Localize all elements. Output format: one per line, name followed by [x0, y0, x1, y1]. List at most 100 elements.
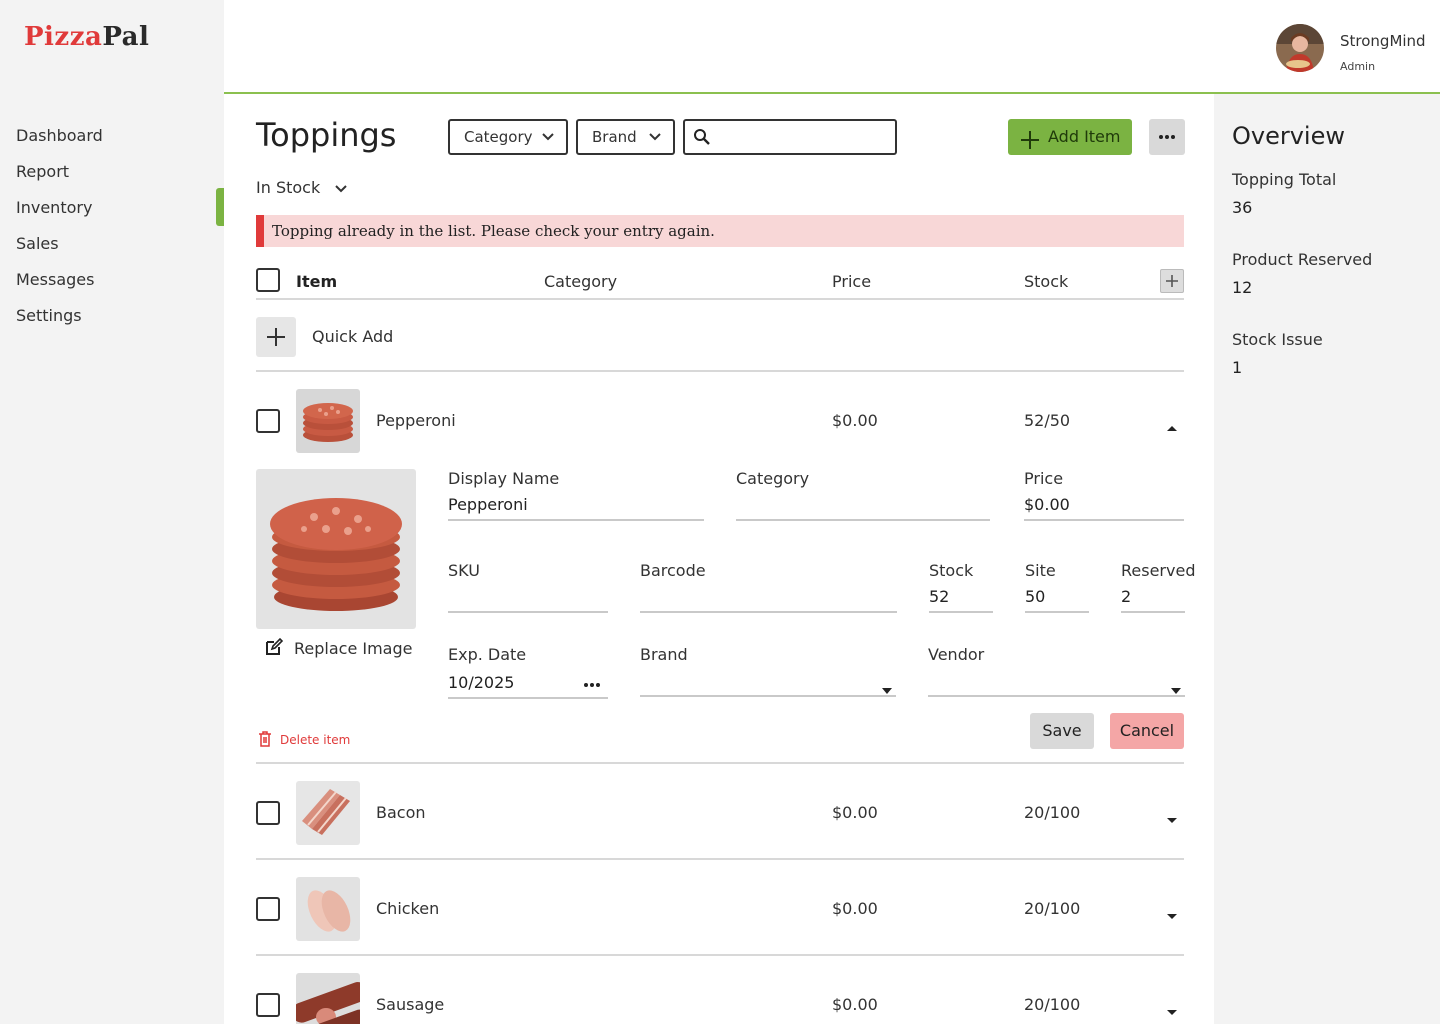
- display-name-value: Pepperoni: [448, 495, 528, 514]
- user-avatar[interactable]: [1276, 24, 1324, 72]
- chicken-thumbnail: [296, 877, 360, 941]
- display-name-field[interactable]: Pepperoni: [448, 495, 704, 521]
- row-item-name[interactable]: Sausage: [376, 995, 444, 1014]
- replace-image-button[interactable]: Replace Image: [264, 637, 412, 658]
- stock-field[interactable]: 52: [929, 587, 993, 613]
- stat-value-product-reserved: 12: [1232, 278, 1253, 297]
- column-header-item[interactable]: Item: [296, 272, 337, 291]
- edit-icon: [266, 637, 284, 655]
- caret-down-icon: [882, 679, 892, 698]
- row-price: $0.00: [832, 995, 878, 1014]
- logo-text-part1: Pizza: [24, 22, 103, 52]
- chevron-down-icon: [542, 121, 554, 164]
- stat-label-product-reserved: Product Reserved: [1232, 250, 1373, 269]
- category-field[interactable]: [736, 495, 990, 521]
- ellipsis-icon[interactable]: [596, 683, 600, 687]
- price-label: Price: [1024, 469, 1064, 488]
- sku-field[interactable]: [448, 587, 608, 613]
- column-header-price[interactable]: Price: [832, 272, 871, 291]
- reserved-label: Reserved: [1121, 561, 1196, 580]
- brand-filter-dropdown[interactable]: Brand: [576, 119, 675, 155]
- stock-filter-dropdown[interactable]: In Stock: [256, 178, 348, 198]
- row-checkbox[interactable]: [256, 801, 280, 825]
- divider: [256, 298, 1184, 300]
- add-item-button[interactable]: Add Item: [1008, 119, 1132, 155]
- app-logo[interactable]: PizzaPal: [24, 22, 149, 52]
- sidebar-item-settings[interactable]: Settings: [0, 298, 224, 334]
- collapse-row-caret-up-icon[interactable]: [1166, 417, 1178, 431]
- row-stock: 20/100: [1024, 803, 1081, 822]
- select-all-checkbox[interactable]: [256, 268, 280, 292]
- divider: [256, 858, 1184, 860]
- error-alert: Topping already in the list. Please chec…: [256, 215, 1184, 247]
- reserved-field[interactable]: 2: [1121, 587, 1185, 613]
- stock-filter-label: In Stock: [256, 178, 321, 197]
- pepperoni-large-image: [256, 469, 416, 629]
- reserved-value: 2: [1121, 587, 1132, 606]
- stat-value-stock-issue: 1: [1232, 358, 1243, 377]
- plus-icon: [1020, 127, 1040, 163]
- sidebar-item-report[interactable]: Report: [0, 154, 224, 190]
- trash-icon: [259, 731, 271, 747]
- search-input[interactable]: [683, 119, 897, 155]
- exp-date-value: 10/2025: [448, 673, 515, 692]
- expand-row-caret-down-icon[interactable]: [1166, 810, 1178, 823]
- sidebar-item-sales[interactable]: Sales: [0, 226, 224, 262]
- row-checkbox[interactable]: [256, 993, 280, 1017]
- brand-select[interactable]: [640, 671, 896, 697]
- category-filter-dropdown[interactable]: Category: [448, 119, 568, 155]
- row-item-name[interactable]: Chicken: [376, 899, 439, 918]
- add-item-label: Add Item: [1048, 127, 1121, 146]
- save-button[interactable]: Save: [1030, 713, 1094, 749]
- vendor-select[interactable]: [928, 671, 1185, 697]
- stock-value: 52: [929, 587, 950, 606]
- sidebar-item-dashboard[interactable]: Dashboard: [0, 118, 224, 154]
- stat-label-stock-issue: Stock Issue: [1232, 330, 1323, 349]
- column-header-category[interactable]: Category: [544, 272, 617, 291]
- chevron-down-icon: [649, 121, 661, 164]
- sidebar: PizzaPal Dashboard Report Inventory Sale…: [0, 0, 224, 1024]
- expand-row-caret-down-icon[interactable]: [1166, 906, 1178, 919]
- exp-date-label: Exp. Date: [448, 645, 527, 664]
- price-value: $0.00: [1024, 495, 1070, 514]
- site-label: Site: [1025, 561, 1056, 580]
- row-price: $0.00: [832, 803, 878, 822]
- exp-date-field[interactable]: 10/2025: [448, 673, 608, 699]
- sidebar-item-messages[interactable]: Messages: [0, 262, 224, 298]
- stock-label: Stock: [929, 561, 974, 580]
- divider: [256, 954, 1184, 956]
- price-field[interactable]: $0.00: [1024, 495, 1184, 521]
- delete-item-button[interactable]: Delete item: [258, 731, 350, 747]
- bacon-thumbnail: [296, 781, 360, 845]
- row-price: $0.00: [832, 899, 878, 918]
- site-field[interactable]: 50: [1025, 587, 1089, 613]
- column-header-stock[interactable]: Stock: [1024, 272, 1068, 291]
- sidebar-nav: Dashboard Report Inventory Sales Message…: [0, 118, 224, 334]
- row-item-name[interactable]: Bacon: [376, 803, 426, 822]
- sidebar-item-inventory[interactable]: Inventory: [0, 188, 224, 226]
- row-item-name[interactable]: Pepperoni: [376, 411, 456, 430]
- search-icon: [693, 128, 711, 150]
- sku-label: SKU: [448, 561, 480, 580]
- chevron-down-icon: [335, 179, 348, 198]
- cancel-button[interactable]: Cancel: [1110, 713, 1184, 749]
- delete-item-label: Delete item: [280, 733, 351, 747]
- add-column-button[interactable]: [1160, 269, 1184, 293]
- vendor-label: Vendor: [928, 645, 985, 664]
- plus-icon: [1166, 275, 1178, 287]
- row-price: $0.00: [832, 411, 878, 430]
- more-options-button[interactable]: [1149, 119, 1185, 155]
- barcode-field[interactable]: [640, 587, 897, 613]
- quick-add-label: Quick Add: [312, 327, 394, 346]
- pepperoni-thumbnail: [296, 389, 360, 453]
- sausage-thumbnail: [296, 973, 360, 1024]
- brand-label: Brand: [640, 645, 688, 664]
- row-checkbox[interactable]: [256, 409, 280, 433]
- row-checkbox[interactable]: [256, 897, 280, 921]
- user-role: Admin: [1340, 60, 1376, 73]
- brand-filter-label: Brand: [592, 128, 637, 146]
- quick-add-button[interactable]: [256, 317, 296, 357]
- expand-row-caret-down-icon[interactable]: [1166, 1002, 1178, 1015]
- barcode-label: Barcode: [640, 561, 706, 580]
- overview-title: Overview: [1232, 122, 1345, 150]
